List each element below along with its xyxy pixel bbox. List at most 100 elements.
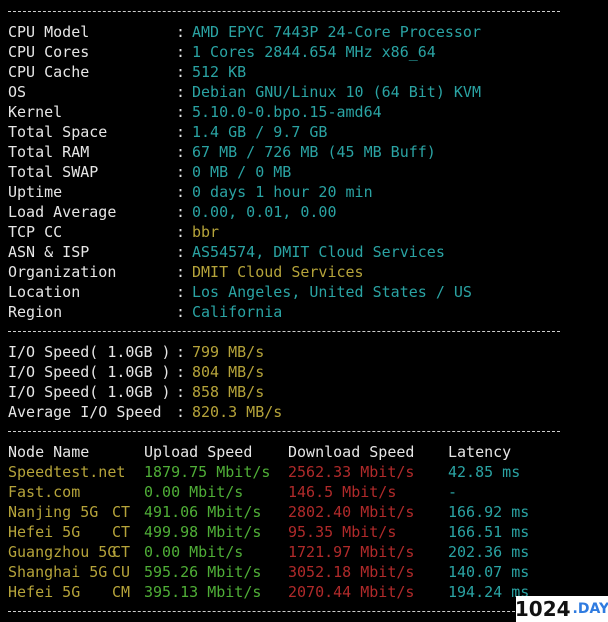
io-value: 820.3 MB/s <box>192 403 283 421</box>
sysinfo-value: California <box>192 303 283 321</box>
sysinfo-colon: : <box>176 263 186 281</box>
sysinfo-value: AMD EPYC 7443P 24-Core Processor <box>192 23 481 41</box>
download-speed: 2562.33 Mbit/s <box>288 463 415 481</box>
io-row: I/O Speed( 1.0GB ):858 MB/s <box>8 382 568 402</box>
speedtest-row: Guangzhou 5G CT 0.00 Mbit/s 1721.97 Mbit/s 2… <box>8 542 568 562</box>
sysinfo-label: Uptime <box>8 183 63 201</box>
speedtest-row: Hefei 5G CT 499.98 Mbit/s 95.35 Mbit/s 166.5… <box>8 522 568 542</box>
io-row: I/O Speed( 1.0GB ):804 MB/s <box>8 362 568 382</box>
watermark-domain: .DAY <box>572 601 608 617</box>
sysinfo-row: Load Average:0.00, 0.01, 0.00 <box>8 202 568 222</box>
sysinfo-label: Total Space <box>8 123 108 141</box>
sysinfo-value: 0.00, 0.01, 0.00 <box>192 203 337 221</box>
sysinfo-colon: : <box>176 183 186 201</box>
sysinfo-row: Kernel:5.10.0-0.bpo.15-amd64 <box>8 102 568 122</box>
sysinfo-label: Kernel <box>8 103 63 121</box>
speedtest-row: Speedtest.net 1879.75 Mbit/s 2562.33 Mbit/… <box>8 462 568 482</box>
node-isp: CT <box>112 503 131 521</box>
sysinfo-label: Organization <box>8 263 117 281</box>
sysinfo-value: Los Angeles, United States / US <box>192 283 472 301</box>
sysinfo-row: CPU Cache:512 KB <box>8 62 568 82</box>
download-speed: 3052.18 Mbit/s <box>288 563 415 581</box>
sysinfo-label: TCP CC <box>8 223 63 241</box>
io-row: Average I/O Speed:820.3 MB/s <box>8 402 568 422</box>
upload-speed: 0.00 Mbit/s <box>144 543 244 561</box>
sysinfo-colon: : <box>176 103 186 121</box>
sysinfo-row: Organization: DMIT Cloud Services <box>8 262 568 282</box>
sysinfo-value: 0 days 1 hour 20 min <box>192 183 373 201</box>
upload-speed: 595.26 Mbit/s <box>144 563 262 581</box>
speedtest-row: Shanghai 5G CU 595.26 Mbit/s 3052.18 Mbit/s… <box>8 562 568 582</box>
download-speed: 146.5 Mbit/s <box>288 483 397 501</box>
upload-speed: 499.98 Mbit/s <box>144 523 262 541</box>
node-name: Shanghai 5G <box>8 563 108 581</box>
node-name: Nanjing 5G <box>8 503 99 521</box>
sysinfo-value: bbr <box>192 223 220 241</box>
sysinfo-value: 1 Cores 2844.654 MHz x86_64 <box>192 43 436 61</box>
sysinfo-colon: : <box>176 163 186 181</box>
sysinfo-colon: : <box>176 283 186 301</box>
sysinfo-value: 5.10.0-0.bpo.15-amd64 <box>192 103 382 121</box>
sysinfo-value: 0 MB / 0 MB <box>192 163 292 181</box>
download-speed: 95.35 Mbit/s <box>288 523 397 541</box>
node-isp: CM <box>112 583 131 601</box>
io-colon: : <box>176 383 186 401</box>
io-value: 799 MB/s <box>192 343 265 361</box>
node-isp: CT <box>112 523 131 541</box>
upload-speed: 491.06 Mbit/s <box>144 503 262 521</box>
io-label: I/O Speed( 1.0GB ) <box>8 383 171 401</box>
sysinfo-row: Total RAM:67 MB / 726 MB (45 MB Buff) <box>8 142 568 162</box>
io-label: I/O Speed( 1.0GB ) <box>8 363 171 381</box>
sysinfo-colon: : <box>176 203 186 221</box>
sysinfo-colon: : <box>176 223 186 241</box>
sysinfo-label: Total RAM <box>8 143 90 161</box>
header-node-name: Node Name <box>8 443 90 461</box>
upload-speed: 1879.75 Mbit/s <box>144 463 271 481</box>
latency-value: 166.51 ms <box>448 523 530 541</box>
download-speed: 2070.44 Mbit/s <box>288 583 415 601</box>
latency-value: 140.07 ms <box>448 563 530 581</box>
sysinfo-row: OS: Debian GNU/Linux 10 (64 Bit) KVM <box>8 82 568 102</box>
sysinfo-colon: : <box>176 43 186 61</box>
sysinfo-label: CPU Model <box>8 23 90 41</box>
sysinfo-label: Total SWAP <box>8 163 99 181</box>
sysinfo-value: 67 MB / 726 MB (45 MB Buff) <box>192 143 436 161</box>
header-download-speed: Download Speed <box>288 443 415 461</box>
sysinfo-label: ASN & ISP <box>8 243 90 261</box>
sysinfo-row: ASN & ISP: AS54574, DMIT Cloud Services <box>8 242 568 262</box>
node-name: Hefei 5G <box>8 583 81 601</box>
io-value: 804 MB/s <box>192 363 265 381</box>
sysinfo-row: Total SWAP:0 MB / 0 MB <box>8 162 568 182</box>
sysinfo-row: CPU Cores:1 Cores 2844.654 MHz x86_64 <box>8 42 568 62</box>
sysinfo-row: Total Space:1.4 GB / 9.7 GB <box>8 122 568 142</box>
latency-value: 42.85 ms <box>448 463 521 481</box>
sysinfo-label: Load Average <box>8 203 117 221</box>
sysinfo-value: 512 KB <box>192 63 247 81</box>
sysinfo-value: 1.4 GB / 9.7 GB <box>192 123 328 141</box>
sysinfo-label: Region <box>8 303 63 321</box>
sysinfo-colon: : <box>176 303 186 321</box>
sysinfo-row: TCP CC: bbr <box>8 222 568 242</box>
node-name: Hefei 5G <box>8 523 81 541</box>
sysinfo-row: Location: Los Angeles, United States / US <box>8 282 568 302</box>
node-isp: CU <box>112 563 131 581</box>
sysinfo-colon: : <box>176 83 186 101</box>
node-name: Speedtest.net <box>8 463 126 481</box>
latency-value: - <box>448 483 458 501</box>
io-colon: : <box>176 363 186 381</box>
separator-line <box>8 331 560 332</box>
latency-value: 202.36 ms <box>448 543 530 561</box>
speedtest-row: Hefei 5G CM 395.13 Mbit/s 2070.44 Mbit/s 194… <box>8 582 568 602</box>
sysinfo-label: OS <box>8 83 27 101</box>
latency-value: 166.92 ms <box>448 503 530 521</box>
sysinfo-colon: : <box>176 243 186 261</box>
sysinfo-label: CPU Cores <box>8 43 90 61</box>
site-watermark-logo: 1024 .DAY <box>514 596 608 622</box>
upload-speed: 0.00 Mbit/s <box>144 483 244 501</box>
sysinfo-row: Region: California <box>8 302 568 322</box>
sysinfo-row: CPU Model: AMD EPYC 7443P 24-Core Process… <box>8 22 568 42</box>
io-row: I/O Speed( 1.0GB ):799 MB/s <box>8 342 568 362</box>
watermark-number: 1024 <box>514 597 571 621</box>
io-label: I/O Speed( 1.0GB ) <box>8 343 171 361</box>
separator-line <box>8 431 560 432</box>
